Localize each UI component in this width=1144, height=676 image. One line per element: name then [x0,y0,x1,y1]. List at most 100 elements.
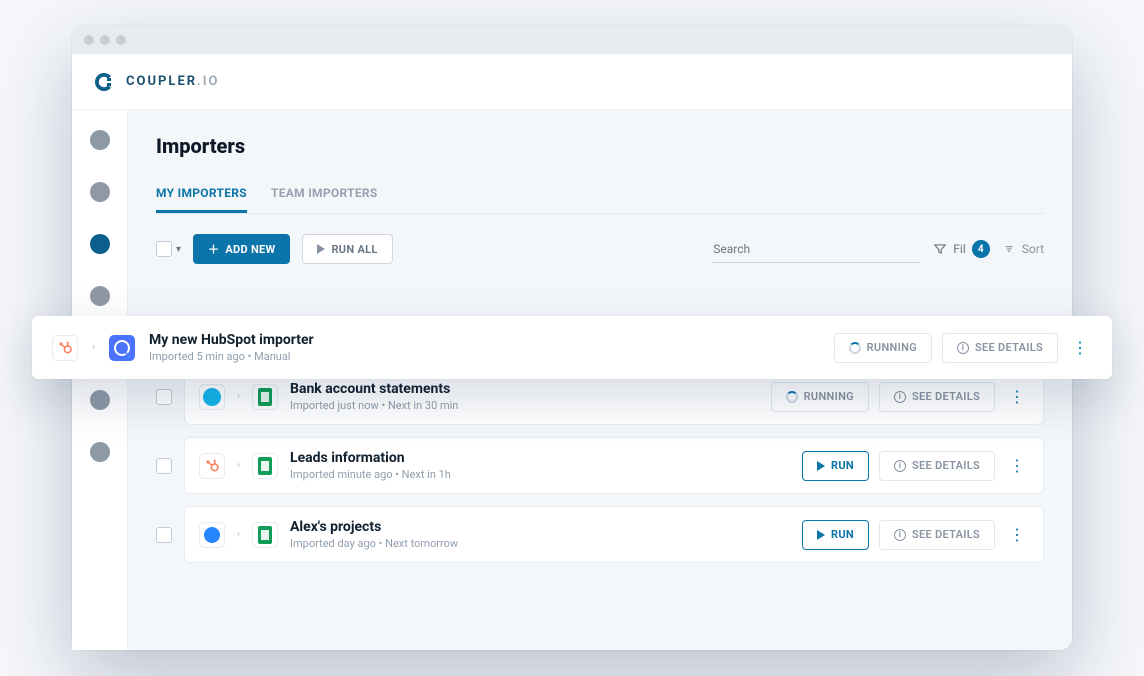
toolbar: ▾ ＋ ADD NEW RUN ALL Fil 4 [156,234,1044,264]
see-details-button[interactable]: i SEE DETAILS [879,451,995,481]
add-new-button[interactable]: ＋ ADD NEW [193,234,290,264]
importer-row: › Alex's projects Imported day ago • Nex… [156,506,1044,563]
filter-button[interactable]: Fil 4 [933,240,989,258]
main-panel: Importers MY IMPORTERS TEAM IMPORTERS ▾ … [128,110,1072,650]
logo-icon [92,70,116,94]
importer-title: Bank account statements [290,381,458,397]
row-checkbox[interactable] [156,527,172,543]
window-dot [116,35,126,45]
sidebar-item[interactable] [90,286,110,306]
sort-icon [1002,242,1016,256]
info-icon: i [894,529,906,541]
source-app-icon [199,453,225,479]
window-titlebar [72,26,1072,54]
spinner-icon [786,391,798,403]
sidebar [72,110,128,650]
filter-label: Fil [953,242,965,256]
running-label: RUNNING [867,341,917,354]
filter-count-badge: 4 [972,240,990,258]
kebab-menu-icon[interactable]: ⋮ [1005,387,1029,406]
importer-title: My new HubSpot importer [149,332,314,348]
info-icon: i [894,460,906,472]
play-icon [817,530,825,540]
sheets-icon [258,526,272,544]
importer-subtitle: Imported just now • Next in 30 min [290,399,458,412]
importer-row: › Leads information Imported minute ago … [156,437,1044,494]
arrow-icon: › [237,460,240,471]
jira-icon [204,527,220,543]
arrow-icon: › [237,529,240,540]
sort-button[interactable]: Sort [1002,242,1044,256]
sort-label: Sort [1022,242,1044,256]
kebab-menu-icon[interactable]: ⋮ [1005,456,1029,475]
run-button[interactable]: RUN [802,451,869,481]
sheets-icon [258,457,272,475]
run-all-label: RUN ALL [331,243,377,256]
search-input[interactable] [711,236,921,263]
run-label: RUN [831,459,854,472]
window-dot [84,35,94,45]
kebab-menu-icon[interactable]: ⋮ [1068,338,1092,357]
importer-card[interactable]: › Alex's projects Imported day ago • Nex… [184,506,1044,563]
destination-app-icon [252,453,278,479]
importer-subtitle: Imported minute ago • Next in 1h [290,468,451,481]
sidebar-item[interactable] [90,442,110,462]
arrow-icon: › [237,391,240,402]
funnel-icon [933,242,947,256]
tab-team-importers[interactable]: TEAM IMPORTERS [271,176,378,213]
importer-card[interactable]: › Leads information Imported minute ago … [184,437,1044,494]
source-app-icon [52,335,78,361]
arrow-icon: › [92,342,95,353]
importer-subtitle: Imported day ago • Next tomorrow [290,537,458,550]
running-label: RUNNING [804,390,854,403]
destination-app-icon [252,522,278,548]
select-all-checkbox[interactable] [156,241,172,257]
xero-icon [203,388,221,406]
see-details-label: SEE DETAILS [912,390,980,403]
see-details-button[interactable]: i SEE DETAILS [879,520,995,550]
see-details-label: SEE DETAILS [912,459,980,472]
see-details-button[interactable]: i SEE DETAILS [879,382,995,412]
row-checkbox[interactable] [156,389,172,405]
importer-subtitle: Imported 5 min ago • Manual [149,350,314,363]
add-new-label: ADD NEW [225,243,275,256]
sidebar-item-active[interactable] [90,234,110,254]
sheets-icon [258,388,272,406]
sidebar-item[interactable] [90,130,110,150]
source-app-icon [199,384,225,410]
importer-title: Leads information [290,450,451,466]
see-details-label: SEE DETAILS [912,528,980,541]
sidebar-item[interactable] [90,390,110,410]
spinner-icon [849,342,861,354]
hubspot-icon [204,458,220,474]
app-header: COUPLER.IO [72,54,1072,110]
run-all-button[interactable]: RUN ALL [302,234,392,264]
hubspot-icon [57,340,73,356]
brand-logo[interactable]: COUPLER.IO [92,70,220,94]
select-all-caret-icon[interactable]: ▾ [176,244,181,255]
importer-list: › Bank account statements Imported just … [156,368,1044,563]
play-icon [317,244,325,254]
row-checkbox[interactable] [156,458,172,474]
page-title: Importers [156,134,1044,158]
highlighted-importer-row[interactable]: › My new HubSpot importer Imported 5 min… [32,316,1112,379]
running-button[interactable]: RUNNING [834,333,932,363]
importer-title: Alex's projects [290,519,458,535]
running-button[interactable]: RUNNING [771,382,869,412]
tab-my-importers[interactable]: MY IMPORTERS [156,176,247,213]
destination-app-icon [252,384,278,410]
kebab-menu-icon[interactable]: ⋮ [1005,525,1029,544]
see-details-button[interactable]: i SEE DETAILS [942,333,1058,363]
play-icon [817,461,825,471]
sidebar-item[interactable] [90,182,110,202]
run-button[interactable]: RUN [802,520,869,550]
source-app-icon [199,522,225,548]
info-icon: i [957,342,969,354]
see-details-label: SEE DETAILS [975,341,1043,354]
window-dot [100,35,110,45]
tabs: MY IMPORTERS TEAM IMPORTERS [156,176,1044,214]
info-icon: i [894,391,906,403]
bigquery-icon [114,340,130,356]
run-label: RUN [831,528,854,541]
destination-app-icon [109,335,135,361]
